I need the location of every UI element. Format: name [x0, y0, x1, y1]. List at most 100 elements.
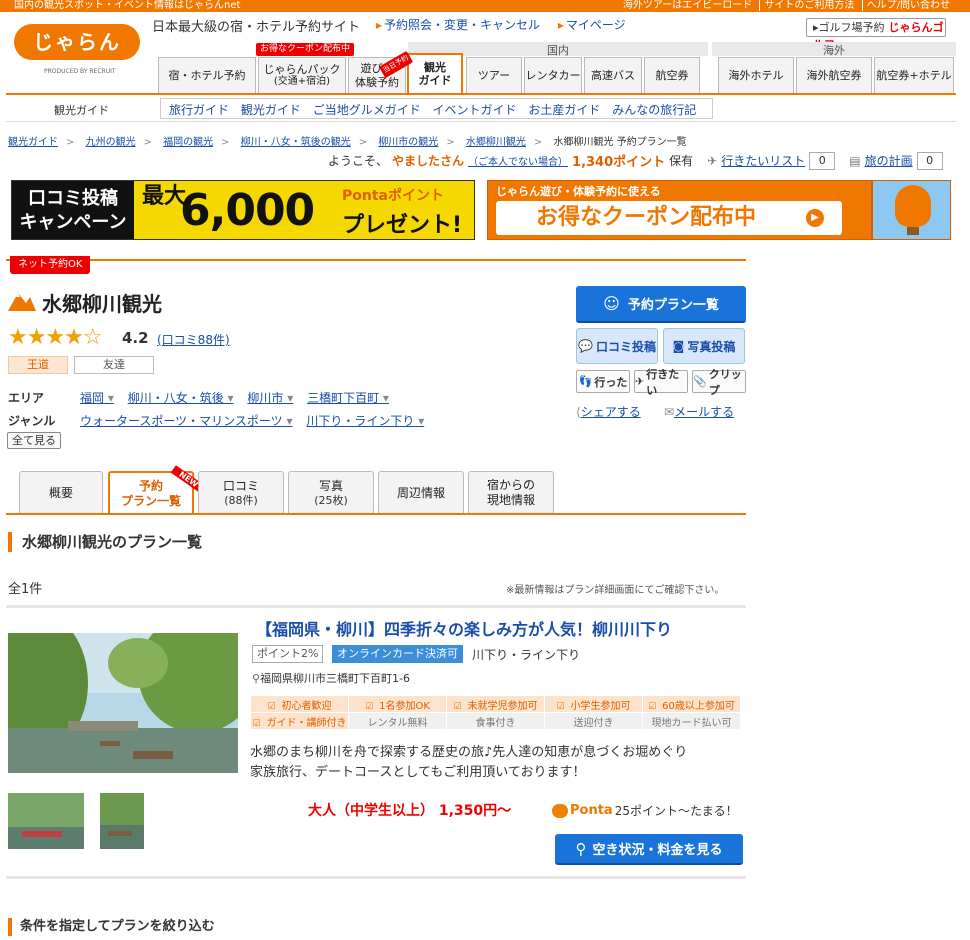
play-icon: ▶ [806, 209, 824, 227]
subnav-travelogue[interactable]: みんなの旅行記 [612, 103, 696, 117]
see-all-button[interactable]: 全て見る [7, 432, 61, 449]
post-photo-button[interactable]: ◙ 写真投稿 [663, 328, 745, 364]
plan-thumbnail[interactable] [100, 793, 144, 849]
point-chip: ポイント2% [252, 645, 324, 663]
breadcrumb-item[interactable]: 観光ガイド [8, 137, 58, 148]
plan-category: 川下り・ライン下り [472, 648, 581, 662]
breadcrumb-sep: > [446, 137, 455, 148]
tab-overview[interactable]: 概要 [19, 471, 103, 514]
plan-main-photo[interactable] [8, 633, 238, 773]
not-you-link[interactable]: （ご本人でない場合） [468, 153, 568, 168]
tab-local-info[interactable]: 宿からの 現地情報 [468, 471, 554, 514]
wishlist-link[interactable]: 行きたいリスト [721, 152, 805, 169]
footprint-icon: 👣 [578, 375, 593, 388]
usage-link[interactable]: サイトのご利用方法 [759, 0, 855, 11]
tab-jalan-pack[interactable]: じゃらんパック (交通+宿泊) [258, 57, 346, 93]
breadcrumb-item[interactable]: 柳川市の観光 [378, 137, 438, 148]
subnav-gourmet[interactable]: ご当地グルメガイド [313, 103, 421, 117]
breadcrumb-item[interactable]: 柳川・八女・筑後の観光 [241, 137, 351, 148]
tab-plan-list-l2: プラン一覧 [120, 493, 181, 508]
plan-thumbnail[interactable] [8, 793, 84, 849]
points-suffix: 保有 [669, 154, 694, 168]
trip-plan-link[interactable]: 旅の計画 [865, 152, 913, 169]
tab-sightseeing-guide[interactable]: 観光 ガイド [407, 53, 463, 93]
banner-campaign-l2: キャンペーン [19, 212, 127, 233]
coupon-banner[interactable]: じゃらん遊び・体験予約に使える お得なクーポン配布中 ▶ [487, 180, 872, 240]
breadcrumb-item[interactable]: 福岡の観光 [163, 137, 213, 148]
search-icon: ⚲ [575, 839, 587, 858]
thumb-scene [100, 793, 144, 849]
tab-airline[interactable]: 航空券 [644, 57, 700, 93]
reservation-link[interactable]: 予約照会・変更・キャンセル [376, 18, 540, 32]
feature-cell: 60歳以上参加可 [642, 695, 741, 713]
mail-link[interactable]: ✉メールする [664, 403, 734, 420]
check-availability-button[interactable]: ⚲ 空き状況・料金を見る [555, 834, 743, 865]
feature-cell: 現地カード払い可 [642, 712, 741, 730]
tab-tour[interactable]: ツアー [466, 57, 522, 93]
went-button[interactable]: 👣 行った [576, 370, 630, 393]
want-button[interactable]: ✈ 行きたい [634, 368, 688, 397]
tag-classic-label: 王道 [27, 358, 49, 371]
balloon-icon [895, 185, 931, 227]
breadcrumb-sep: > [533, 137, 543, 148]
tab-nearby-label: 周辺情報 [396, 485, 445, 500]
abroad-link[interactable]: 海外ツアーはエイビーロード [619, 0, 752, 11]
genre-link[interactable]: 川下り・ライン下り [306, 414, 424, 428]
tab-jalan-pack-label: じゃらんパック [263, 62, 341, 76]
subnav-sightseeing[interactable]: 観光ガイド [241, 103, 301, 117]
tab-air-hotel[interactable]: 航空券+ホテル [874, 57, 954, 93]
rating-stars: ★★★★☆ [8, 325, 103, 350]
speech-icon: 💬 [578, 339, 593, 353]
jalan-logo[interactable]: じゃらん [14, 24, 140, 60]
breadcrumb: 観光ガイド > 九州の観光 > 福岡の観光 > 柳川・八女・筑後の観光 > 柳川市の観光… [8, 133, 687, 148]
post-photo-label: 写真投稿 [687, 339, 736, 354]
camera-icon: ◙ [672, 339, 685, 353]
welcome-bar: ようこそ、 やましたさん （ご本人でない場合） 1,340ポイント 保有 ✈ 行… [328, 151, 943, 170]
area-link[interactable]: 三橋町下百町 [307, 391, 389, 405]
mypage-link[interactable]: マイページ [558, 18, 626, 32]
subnav-travel-guide[interactable]: 旅行ガイド [169, 103, 229, 117]
subnav-souvenir[interactable]: お土産ガイド [528, 103, 600, 117]
tab-photos[interactable]: 写真 (25枚) [288, 471, 374, 514]
balloon-banner[interactable] [872, 180, 951, 240]
share-link[interactable]: ⟨シェアする [576, 403, 641, 420]
tab-reviews[interactable]: 口コミ (88件) [198, 471, 284, 514]
breadcrumb-sep: > [143, 137, 152, 148]
clip-button[interactable]: 📎 クリップ [692, 368, 746, 397]
review-campaign-banner[interactable]: 口コミ投稿 キャンペーン 最大 6,000 Pontaポイント プレゼント! [11, 180, 475, 240]
plan-address: ⚲福岡県柳川市三橋町下百町1-6 [252, 670, 410, 686]
tab-bus[interactable]: 高速バス [584, 57, 642, 93]
area-link[interactable]: 柳川・八女・筑後 [128, 391, 234, 405]
tab-nearby[interactable]: 周辺情報 [378, 471, 464, 514]
help-link[interactable]: ヘルプ/問い合わせ [861, 0, 950, 11]
plane-icon: ✈ [707, 153, 718, 168]
coupon-banner-top: じゃらん遊び・体験予約に使える [496, 185, 661, 198]
reviews-link[interactable]: (口コミ88件) [157, 331, 230, 348]
plan-title-link[interactable]: 【福岡県・柳川】四季折々の楽しみ方が人気！柳川川下り [256, 616, 672, 640]
clip-label: クリップ [708, 367, 742, 397]
tab-hotel[interactable]: 宿・ホテル予約 [158, 57, 256, 93]
feature-cell: 1名参加OK [348, 695, 447, 713]
plan-list-button[interactable]: ☺ 予約プラン一覧 [576, 286, 746, 323]
golf-button[interactable]: ▸ゴルフ場予約じゃらんゴルフ [806, 18, 946, 51]
breadcrumb-sep: > [221, 137, 230, 148]
area-link[interactable]: 柳川市 [247, 391, 293, 405]
breadcrumb-current: 水郷柳川観光 予約プラン一覧 [553, 137, 687, 148]
banner-amount: 6,000 [180, 185, 315, 236]
feature-cell: レンタル無料 [348, 712, 447, 730]
tab-guide-l1: 観光 [424, 60, 446, 74]
area-link[interactable]: 福岡 [80, 391, 114, 405]
genre-link[interactable]: ウォータースポーツ・マリンスポーツ [80, 414, 293, 428]
banner-campaign-box: 口コミ投稿 キャンペーン [12, 181, 134, 239]
coupon-banner-main: お得なクーポン配布中 ▶ [496, 201, 842, 235]
list-separator [6, 876, 746, 879]
subnav-events[interactable]: イベントガイド [433, 103, 517, 117]
tab-overseas-hotel[interactable]: 海外ホテル [718, 57, 794, 93]
breadcrumb-item[interactable]: 水郷柳川観光 [466, 137, 526, 148]
tab-rentacar[interactable]: レンタカー [524, 57, 582, 93]
rating-score: 4.2 [122, 329, 149, 347]
plan-price: 大人（中学生以上） 1,350円～ [308, 803, 512, 819]
tab-overseas-air[interactable]: 海外航空券 [796, 57, 872, 93]
breadcrumb-item[interactable]: 九州の観光 [86, 137, 136, 148]
post-review-button[interactable]: 💬 口コミ投稿 [576, 328, 658, 364]
